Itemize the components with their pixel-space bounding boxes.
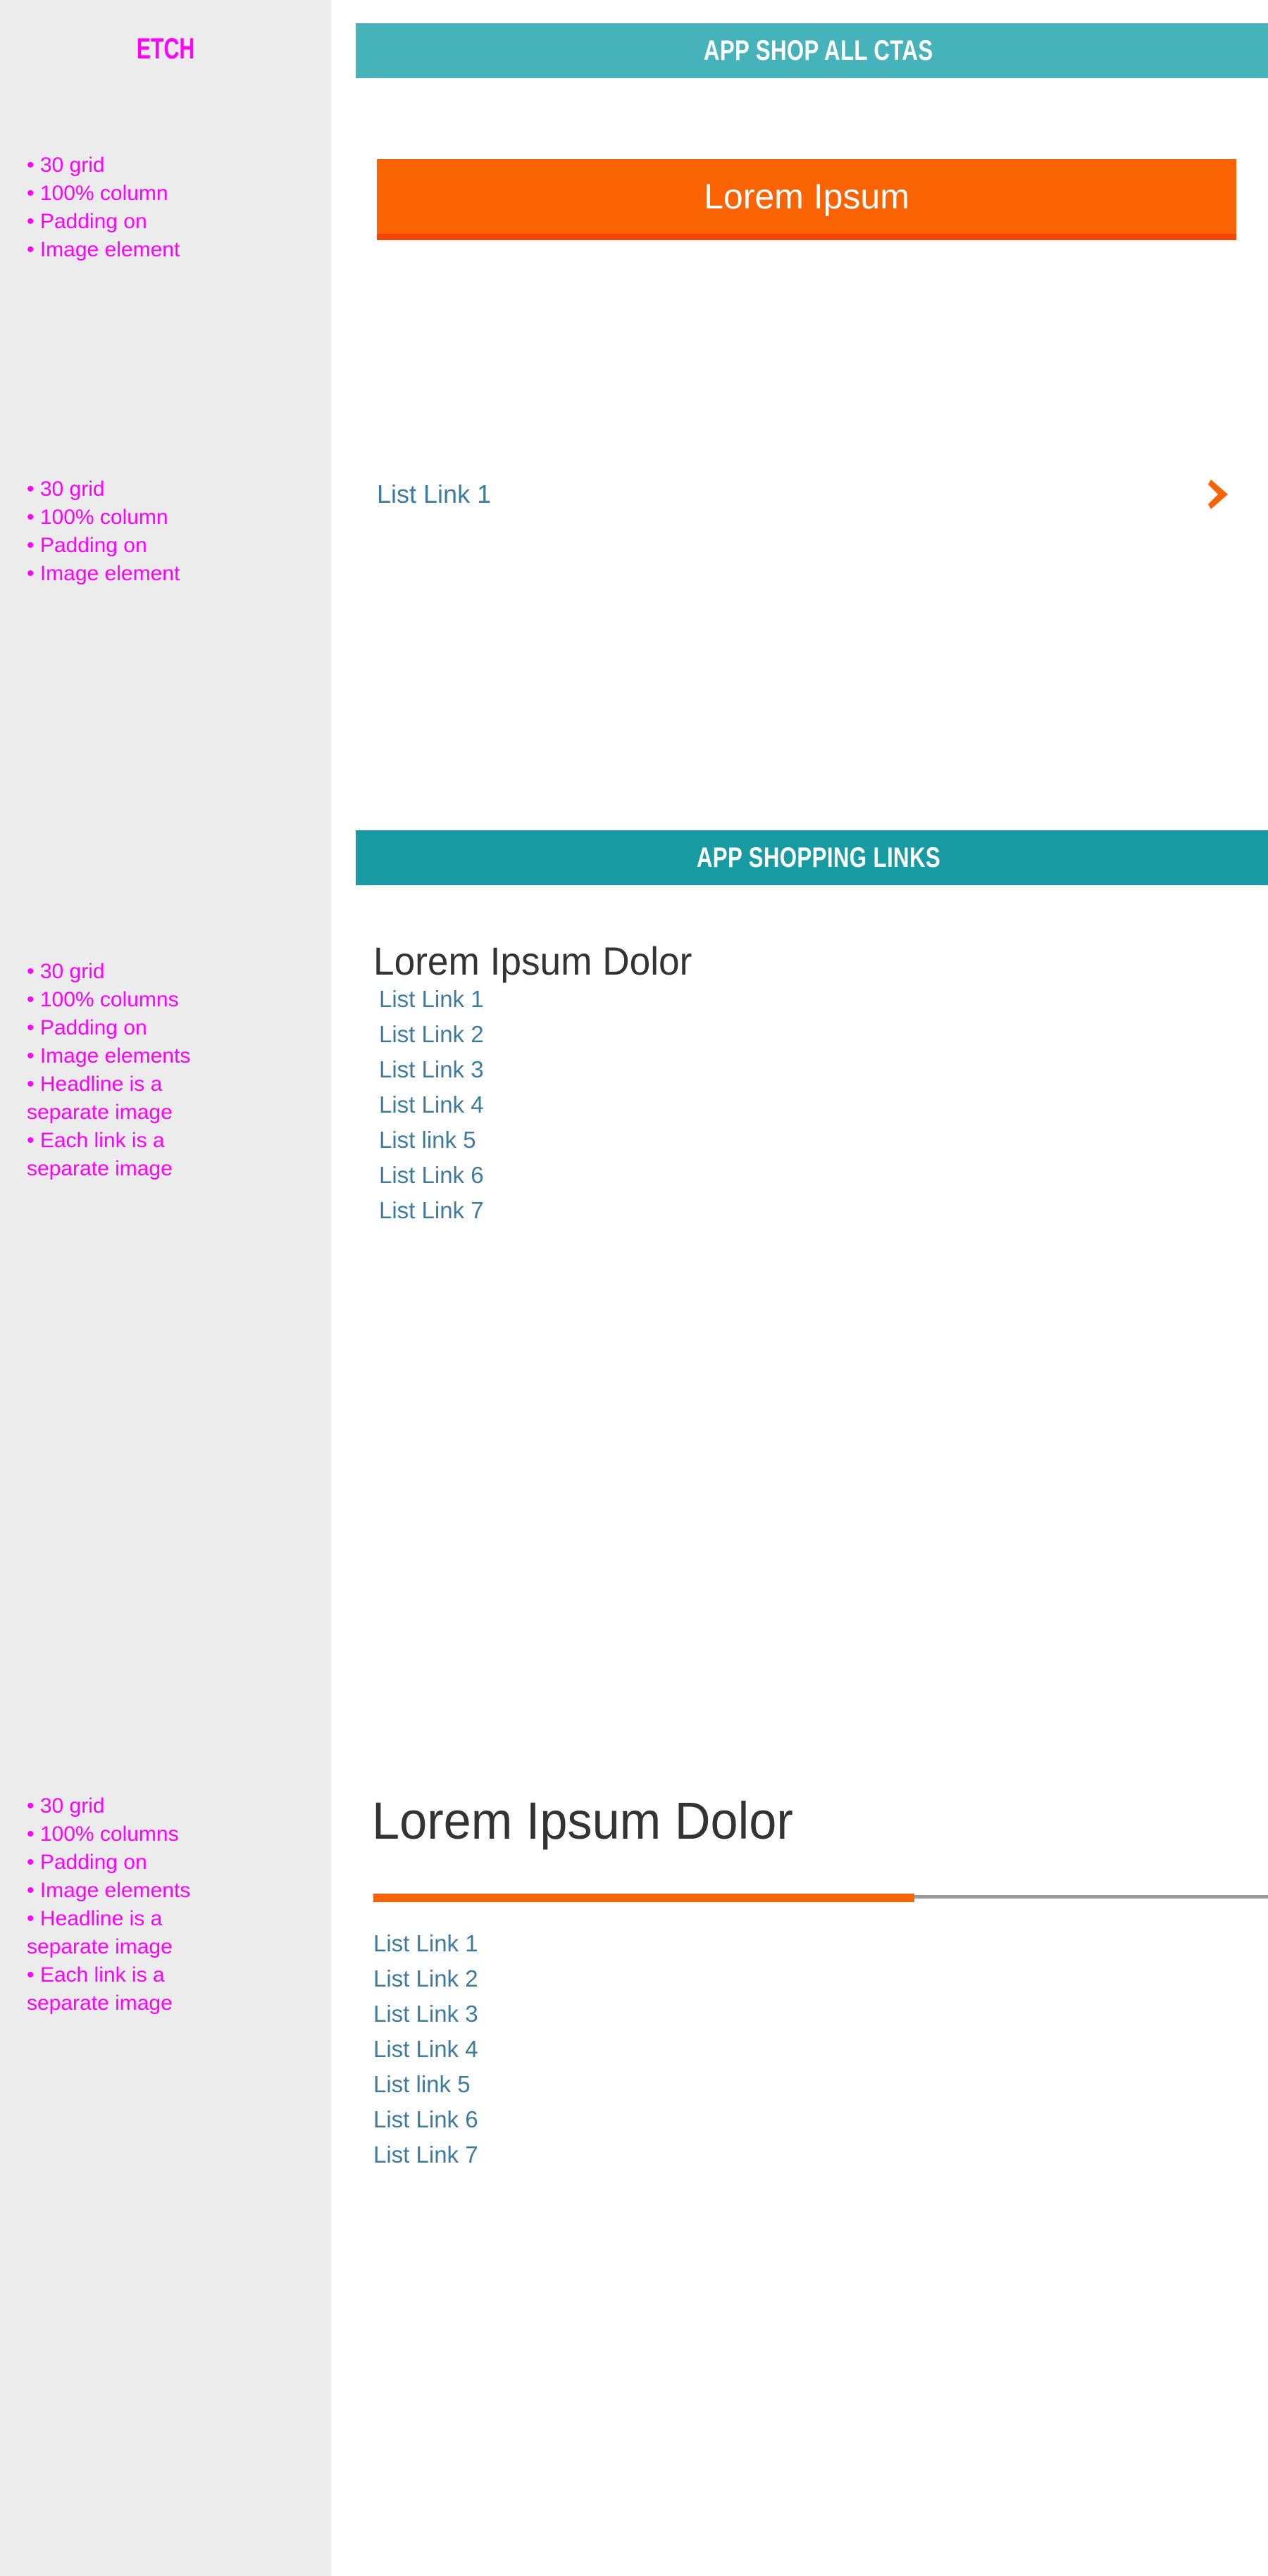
section-heading-one: Lorem Ipsum Dolor — [373, 939, 692, 983]
link-list-two: List Link 1 List Link 2 List Link 3 List Li… — [373, 1926, 866, 2172]
list-item[interactable]: List Link 7 — [373, 2137, 866, 2172]
rule-orange-segment — [373, 1894, 914, 1902]
list-item[interactable]: List link 5 — [373, 2067, 866, 2102]
chevron-right-icon — [1207, 478, 1231, 511]
annotation-note-line: • 100% column — [27, 506, 168, 529]
annotation-note-line: • 30 grid — [27, 1794, 105, 1818]
list-item[interactable]: List Link 6 — [379, 1158, 872, 1193]
annotation-note-block: • 30 grid • 100% column • Padding on • Imag… — [27, 151, 323, 264]
annotation-note-line: • Each link is a — [27, 1963, 165, 1987]
list-item[interactable]: List Link 1 — [373, 1926, 866, 1961]
banner-label: APP SHOPPING LINKS — [696, 842, 941, 873]
page-root: ETCH • 30 grid • 100% column • Padding on •… — [0, 0, 1268, 2576]
annotation-note-line: • Image elements — [27, 1044, 191, 1068]
annotation-note-line: • 100% columns — [27, 988, 179, 1011]
annotation-note-line: • Headline is a — [27, 1073, 163, 1096]
heading-underline-rule — [373, 1894, 1268, 1902]
main-content: APP SHOP ALL CTAS Lorem Ipsum List Link … — [331, 0, 1268, 2576]
brand-logo-etch: ETCH — [136, 32, 195, 65]
annotation-sidebar: ETCH • 30 grid • 100% column • Padding on •… — [0, 0, 331, 2576]
annotation-note-line: • Each link is a — [27, 1129, 165, 1152]
list-item[interactable]: List Link 6 — [373, 2102, 866, 2137]
annotation-note-line: • 100% column — [27, 182, 168, 205]
annotation-note-line: • 100% columns — [27, 1822, 179, 1846]
annotation-note-line: • Padding on — [27, 210, 147, 233]
annotation-note-line: • Padding on — [27, 1851, 147, 1874]
list-item[interactable]: List Link 1 — [379, 982, 872, 1017]
cta-list-row-label: List Link 1 — [377, 480, 492, 508]
banner-label: APP SHOP ALL CTAS — [704, 35, 933, 66]
annotation-note-line: • Padding on — [27, 1016, 147, 1039]
annotation-note-line: • 30 grid — [27, 960, 105, 983]
list-item[interactable]: List link 5 — [379, 1123, 872, 1158]
list-item[interactable]: List Link 2 — [379, 1017, 872, 1052]
annotation-note-line: • Image element — [27, 238, 180, 261]
section-banner-app-shopping-links: APP SHOPPING LINKS — [356, 830, 1268, 885]
annotation-note-line: separate image — [27, 1101, 173, 1124]
annotation-note-line: • Padding on — [27, 534, 147, 557]
rule-gray-segment — [914, 1895, 1268, 1899]
list-item[interactable]: List Link 4 — [373, 2032, 866, 2067]
list-item[interactable]: List Link 3 — [373, 1996, 866, 2032]
list-item[interactable]: List Link 3 — [379, 1052, 872, 1087]
annotation-note-line: separate image — [27, 1992, 173, 2015]
list-item[interactable]: List Link 7 — [379, 1193, 872, 1228]
annotation-note-block: • 30 grid • 100% columns • Padding on • Ima… — [27, 1792, 323, 2018]
cta-list-row[interactable]: List Link 1 — [377, 473, 1243, 515]
annotation-note-line: • Image element — [27, 562, 180, 585]
primary-cta-label: Lorem Ipsum — [704, 177, 909, 216]
annotation-note-line: separate image — [27, 1935, 173, 1958]
annotation-note-line: • 30 grid — [27, 154, 105, 177]
annotation-note-line: • Image elements — [27, 1879, 191, 1902]
annotation-note-block: • 30 grid • 100% columns • Padding on • Ima… — [27, 958, 323, 1183]
annotation-note-line: separate image — [27, 1157, 173, 1180]
annotation-note-block: • 30 grid • 100% column • Padding on • Imag… — [27, 475, 323, 588]
annotation-note-line: • Headline is a — [27, 1907, 163, 1930]
list-item[interactable]: List Link 4 — [379, 1087, 872, 1123]
section-heading-two: Lorem Ipsum Dolor — [372, 1792, 793, 1850]
primary-cta-button[interactable]: Lorem Ipsum — [377, 159, 1236, 240]
link-list-one: List Link 1 List Link 2 List Link 3 List Li… — [379, 982, 872, 1228]
section-banner-app-shop-all-ctas: APP SHOP ALL CTAS — [356, 23, 1268, 78]
annotation-note-line: • 30 grid — [27, 477, 105, 501]
list-item[interactable]: List Link 2 — [373, 1961, 866, 1996]
